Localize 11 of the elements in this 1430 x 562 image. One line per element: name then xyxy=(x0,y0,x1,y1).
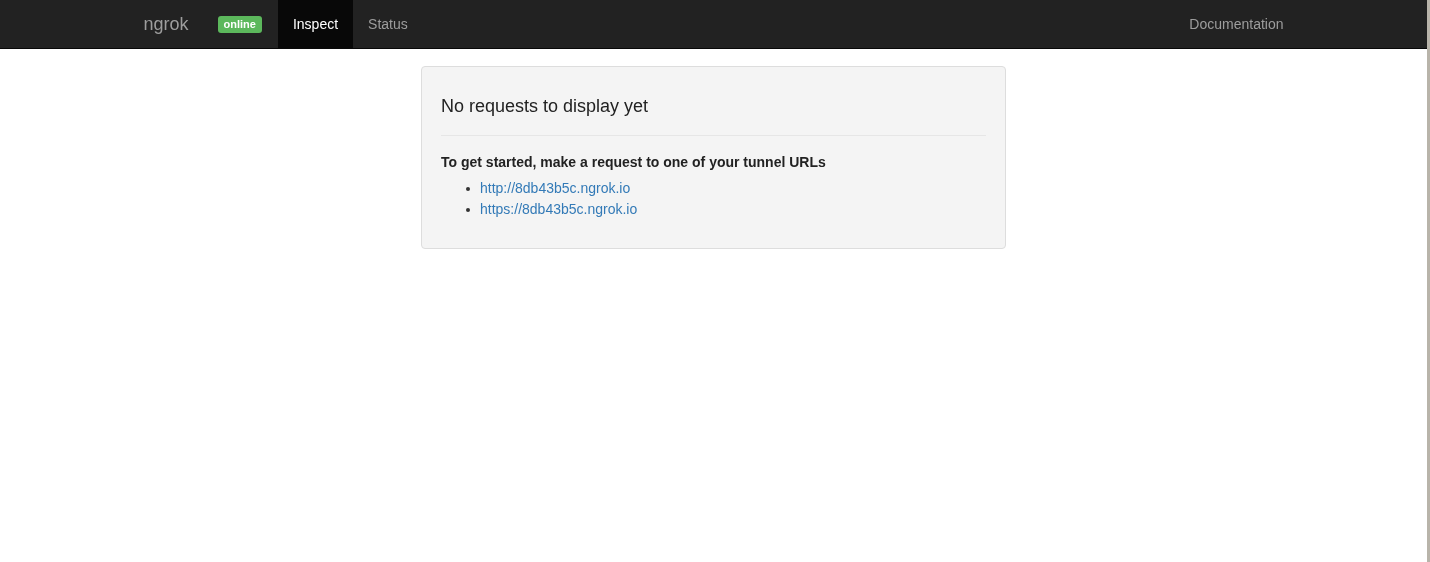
instruction-text: To get started, make a request to one of your tunnel URLs xyxy=(441,153,827,172)
status-badge: online xyxy=(217,15,262,33)
bullet-icon xyxy=(466,207,470,212)
documentation-link[interactable]: Documentation xyxy=(1189,0,1284,48)
nav-tab[interactable]: Status xyxy=(353,0,423,48)
nav-tab[interactable]: Inspect xyxy=(277,0,354,48)
brand-link[interactable]: ngrok xyxy=(143,0,218,48)
bullet-icon xyxy=(466,186,470,191)
tunnel-url-link[interactable]: http://8db43b5c.ngrok.io xyxy=(480,178,631,199)
tunnel-url-link[interactable]: https://8db43b5c.ngrok.io xyxy=(480,199,638,220)
panel-title: No requests to display yet xyxy=(441,95,650,118)
